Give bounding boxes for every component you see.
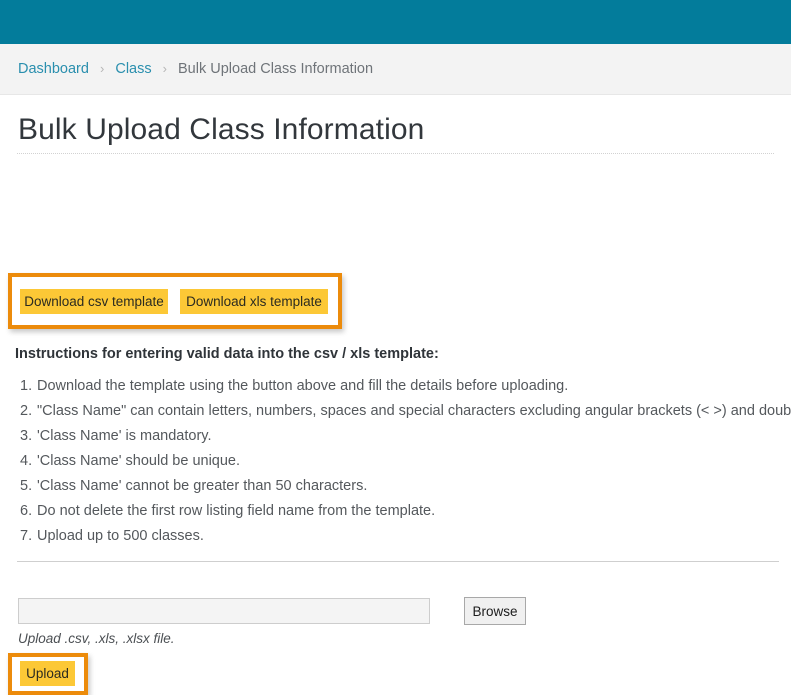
instructions-list: 1.Download the template using the button… — [20, 374, 791, 549]
upload-button[interactable]: Upload — [20, 661, 75, 686]
list-item-text: "Class Name" can contain letters, number… — [37, 403, 791, 419]
list-item-text: Do not delete the first row listing fiel… — [37, 503, 435, 519]
list-item: 2."Class Name" can contain letters, numb… — [20, 399, 791, 424]
instructions-heading: Instructions for entering valid data int… — [15, 346, 439, 362]
list-item: 5.'Class Name' cannot be greater than 50… — [20, 474, 791, 499]
breadcrumb-separator-icon: › — [163, 61, 167, 76]
list-item-text: 'Class Name' cannot be greater than 50 c… — [37, 478, 367, 494]
breadcrumb-separator-icon: › — [100, 61, 104, 76]
page-content: Bulk Upload Class Information Download c… — [0, 95, 791, 148]
breadcrumb-item-dashboard[interactable]: Dashboard — [18, 61, 89, 77]
breadcrumb-bar: Dashboard › Class › Bulk Upload Class In… — [0, 44, 791, 95]
download-csv-template-button[interactable]: Download csv template — [20, 289, 168, 314]
file-path-input[interactable] — [18, 598, 430, 624]
title-divider — [17, 153, 774, 154]
breadcrumb: Dashboard › Class › Bulk Upload Class In… — [18, 60, 373, 78]
browse-button[interactable]: Browse — [464, 597, 526, 625]
list-item-text: Upload up to 500 classes. — [37, 528, 204, 544]
list-item-number: 4. — [20, 449, 37, 474]
list-item: 1.Download the template using the button… — [20, 374, 791, 399]
list-item-number: 6. — [20, 499, 37, 524]
list-item-number: 1. — [20, 374, 37, 399]
list-item: 4.'Class Name' should be unique. — [20, 449, 791, 474]
breadcrumb-item-current: Bulk Upload Class Information — [178, 61, 373, 77]
file-format-hint: Upload .csv, .xls, .xlsx file. — [18, 631, 175, 646]
breadcrumb-item-class[interactable]: Class — [115, 61, 151, 77]
list-item: 3.'Class Name' is mandatory. — [20, 424, 791, 449]
section-divider — [17, 561, 779, 562]
top-header-bar — [0, 0, 791, 44]
list-item-number: 2. — [20, 399, 37, 424]
list-item-text: Download the template using the button a… — [37, 378, 568, 394]
list-item-number: 3. — [20, 424, 37, 449]
list-item-number: 5. — [20, 474, 37, 499]
list-item: 7.Upload up to 500 classes. — [20, 524, 791, 549]
page-title: Bulk Upload Class Information — [0, 95, 791, 148]
list-item-text: 'Class Name' should be unique. — [37, 453, 240, 469]
list-item: 6.Do not delete the first row listing fi… — [20, 499, 791, 524]
download-xls-template-button[interactable]: Download xls template — [180, 289, 328, 314]
list-item-text: 'Class Name' is mandatory. — [37, 428, 212, 444]
list-item-number: 7. — [20, 524, 37, 549]
